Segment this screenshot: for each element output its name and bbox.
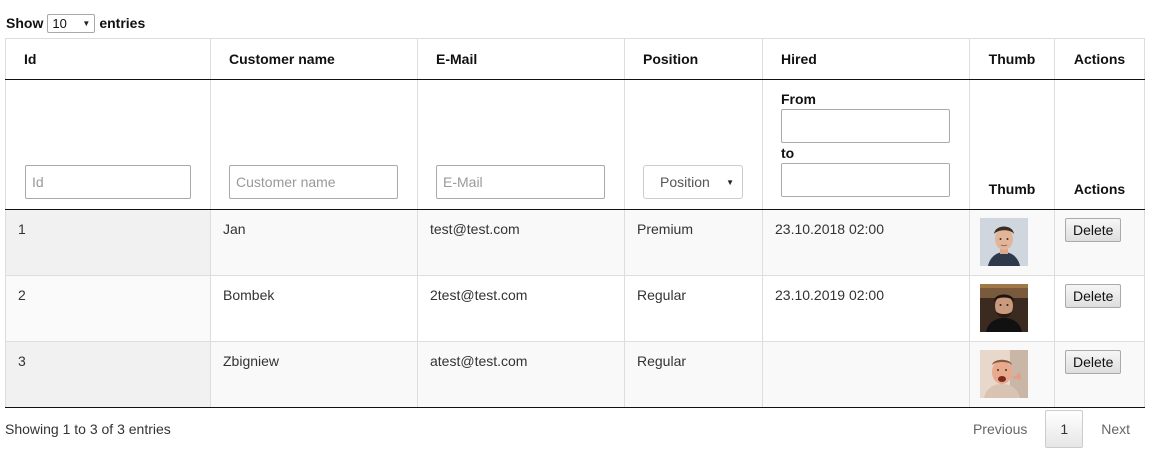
filter-cell-actions: Actions xyxy=(1054,79,1145,210)
cell-thumb xyxy=(969,209,1055,276)
customers-table: Id Customer name E-Mail Position Hired T… xyxy=(5,38,1145,408)
cell-actions: Delete xyxy=(1054,341,1145,408)
cell-email: atest@test.com xyxy=(417,341,625,408)
cell-thumb xyxy=(969,341,1055,408)
filter-cell-email: E-Mail xyxy=(417,79,625,210)
position-filter-value: Position xyxy=(660,174,710,190)
hired-from-input[interactable] xyxy=(781,109,950,143)
delete-button[interactable]: Delete xyxy=(1065,350,1122,374)
cell-id: 3 xyxy=(5,341,211,408)
filter-cell-thumb: Thumb xyxy=(969,79,1055,210)
cell-email: test@test.com xyxy=(417,209,625,276)
cell-actions: Delete xyxy=(1054,275,1145,342)
cell-hired xyxy=(762,341,970,408)
table-info: Showing 1 to 3 of 3 entries xyxy=(5,421,171,437)
cell-customer-name: Zbigniew xyxy=(210,341,418,408)
pagination: Previous 1 Next xyxy=(959,410,1144,448)
hired-from-label: From xyxy=(781,91,816,107)
hired-to-input[interactable] xyxy=(781,163,950,197)
customer-name-filter-input[interactable]: Customer name xyxy=(229,165,398,199)
cell-email: 2test@test.com xyxy=(417,275,625,342)
filter-cell-customer-name: Customer name xyxy=(210,79,418,210)
delete-button[interactable]: Delete xyxy=(1065,218,1122,242)
chevron-down-icon: ▼ xyxy=(726,177,734,187)
chevron-down-icon: ▼ xyxy=(82,18,91,28)
filter-row: Id Customer name E-Mail Position ▼ From … xyxy=(5,79,1145,210)
cell-thumb xyxy=(969,275,1055,342)
entries-length-control: Show 10 ▼ entries xyxy=(6,13,145,33)
cell-id: 1 xyxy=(5,209,211,276)
cell-position: Premium xyxy=(624,209,763,276)
column-header-email[interactable]: E-Mail xyxy=(417,38,625,80)
filter-cell-position: Position ▼ xyxy=(624,79,763,210)
entries-label: entries xyxy=(99,15,146,31)
email-filter-input[interactable]: E-Mail xyxy=(436,165,605,199)
cell-customer-name: Bombek xyxy=(210,275,418,342)
table-row: 2 Bombek 2test@test.com Regular 23.10.20… xyxy=(5,275,1145,342)
position-filter-select[interactable]: Position ▼ xyxy=(643,165,743,199)
cell-customer-name: Jan xyxy=(210,209,418,276)
filter-cell-id: Id xyxy=(5,79,211,210)
page-1-button[interactable]: 1 xyxy=(1045,410,1084,448)
id-filter-placeholder: Id xyxy=(32,174,44,190)
table-row: 1 Jan test@test.com Premium 23.10.2018 0… xyxy=(5,209,1145,276)
entries-per-page-select[interactable]: 10 ▼ xyxy=(47,13,96,33)
delete-button[interactable]: Delete xyxy=(1065,284,1122,308)
column-header-customer-name[interactable]: Customer name xyxy=(210,38,418,80)
next-page-button[interactable]: Next xyxy=(1087,411,1144,447)
cell-id: 2 xyxy=(5,275,211,342)
cell-actions: Delete xyxy=(1054,209,1145,276)
cell-position: Regular xyxy=(624,275,763,342)
show-label: Show xyxy=(6,15,44,31)
hired-range-filter: From to xyxy=(781,91,969,199)
column-header-actions: Actions xyxy=(1054,38,1145,80)
customer-thumbnail xyxy=(980,284,1028,332)
previous-page-button[interactable]: Previous xyxy=(959,411,1041,447)
cell-position: Regular xyxy=(624,341,763,408)
customer-name-filter-placeholder: Customer name xyxy=(236,174,336,190)
customer-thumbnail xyxy=(980,218,1028,266)
table-row: 3 Zbigniew atest@test.com Regular Delete xyxy=(5,341,1145,408)
column-header-hired[interactable]: Hired xyxy=(762,38,970,80)
customer-thumbnail xyxy=(980,350,1028,398)
email-filter-placeholder: E-Mail xyxy=(443,174,483,190)
hired-to-label: to xyxy=(781,145,795,161)
column-header-id[interactable]: Id xyxy=(5,38,211,80)
cell-hired: 23.10.2019 02:00 xyxy=(762,275,970,342)
column-header-thumb: Thumb xyxy=(969,38,1055,80)
header-row: Id Customer name E-Mail Position Hired T… xyxy=(5,38,1145,80)
cell-hired: 23.10.2018 02:00 xyxy=(762,209,970,276)
filter-cell-hired: From to xyxy=(762,79,970,210)
id-filter-input[interactable]: Id xyxy=(25,165,191,199)
entries-per-page-value: 10 xyxy=(52,15,67,31)
column-header-position[interactable]: Position xyxy=(624,38,763,80)
